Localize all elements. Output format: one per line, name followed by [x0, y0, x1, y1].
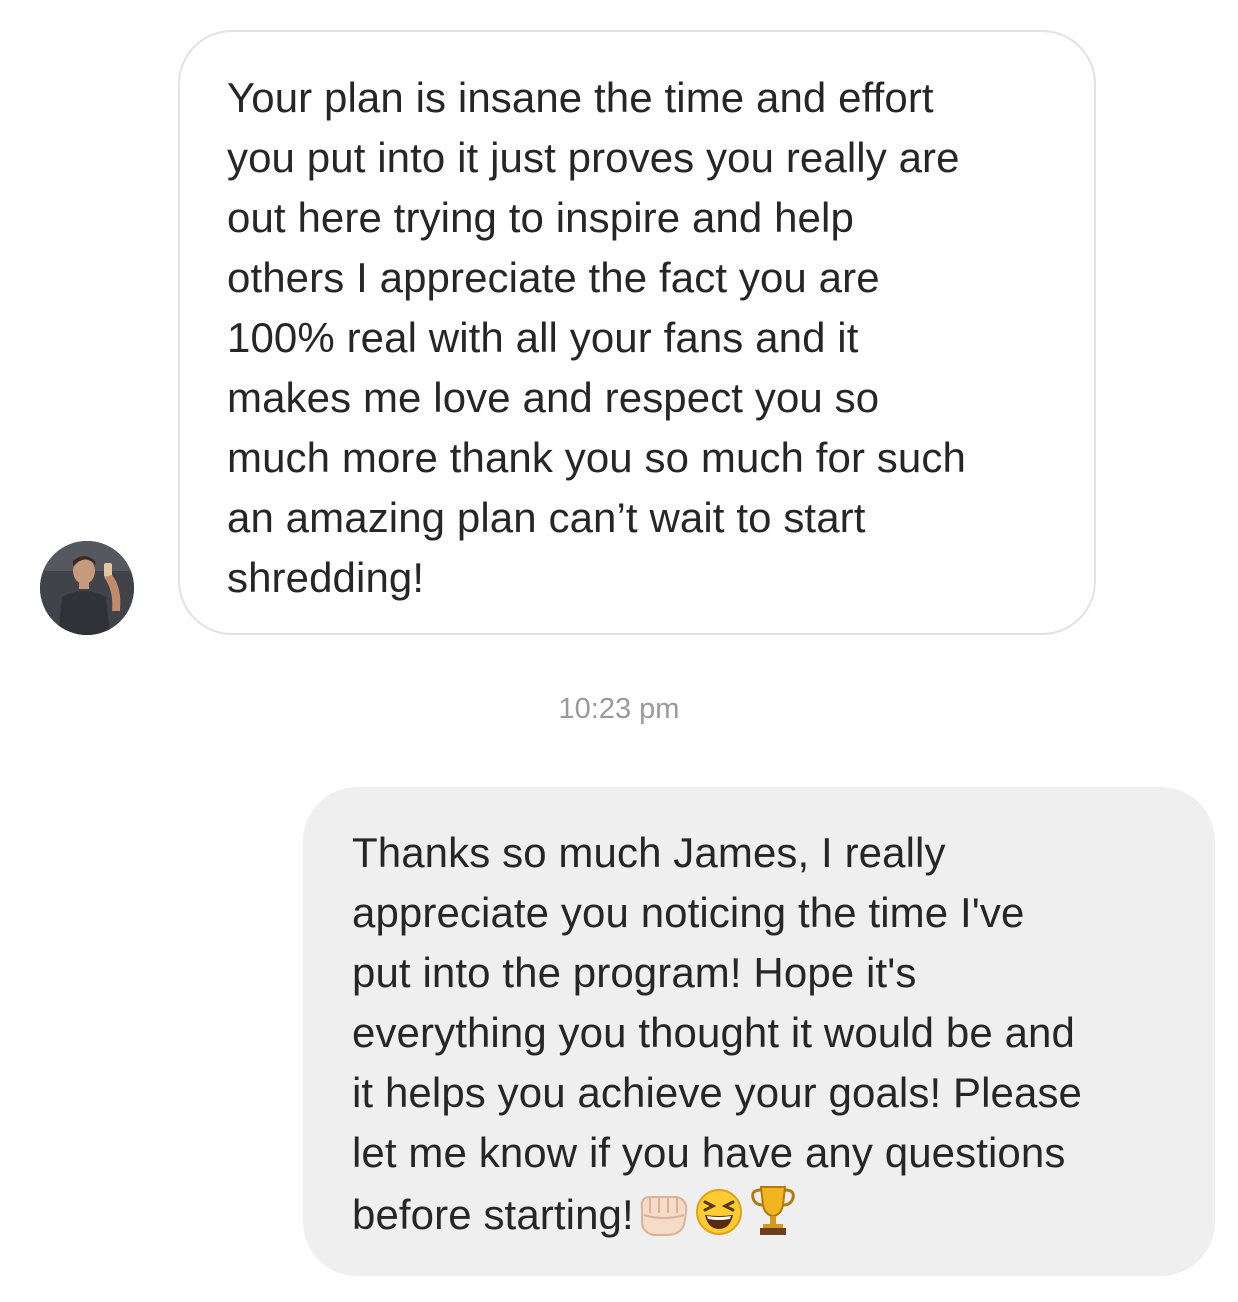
outgoing-message-bubble[interactable]: Thanks so much James, I really appreciat… — [303, 787, 1215, 1276]
fist-bump-emoji-icon — [636, 1191, 690, 1237]
outgoing-message-content: Thanks so much James, I really appreciat… — [352, 823, 1195, 1245]
message-timestamp: 10:23 pm — [558, 693, 680, 725]
user-avatar-icon — [40, 541, 134, 635]
incoming-message-bubble[interactable]: Your plan is insane the time and effort … — [178, 30, 1096, 635]
incoming-message-text: Your plan is insane the time and effort … — [227, 74, 966, 601]
outgoing-message-text: Thanks so much James, I really appreciat… — [352, 829, 1082, 1238]
grinning-squinting-face-emoji-icon — [692, 1187, 746, 1237]
sender-avatar[interactable] — [40, 541, 134, 635]
trophy-emoji-icon — [748, 1183, 798, 1237]
